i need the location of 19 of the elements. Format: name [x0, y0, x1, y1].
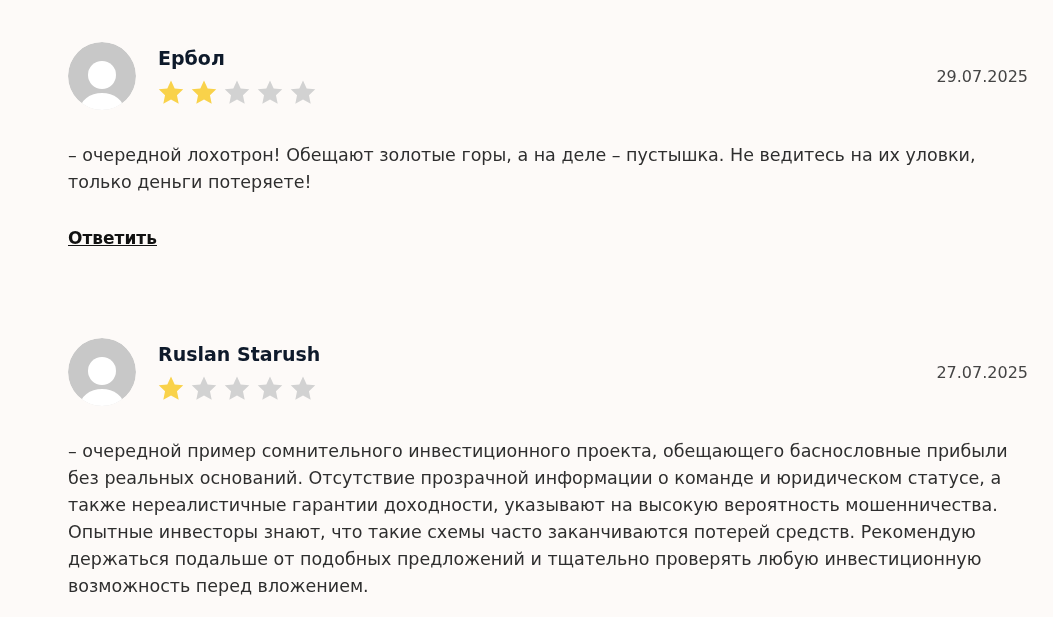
star-icon [158, 376, 184, 401]
review-text: – очередной лохотрон! Обещают золотые горы, а на деле – пустышка. Не ведитесь на их уловки, только деньги потеряете! [68, 144, 977, 194]
star-icon [257, 80, 283, 105]
star-icon [257, 376, 283, 401]
star-icon [191, 376, 217, 401]
reviewer-name: Ербол [158, 47, 226, 70]
avatar-icon [68, 338, 136, 406]
reply-link[interactable]: Ответить [68, 228, 157, 249]
review-date: 29.07.2025 [936, 66, 1028, 86]
reviewer-name: Ruslan Starush [158, 343, 321, 366]
star-icon [191, 80, 217, 105]
star-icon [224, 80, 250, 105]
star-icon [290, 80, 316, 105]
star-icon [290, 376, 316, 401]
avatar-icon [68, 42, 136, 110]
star-icon [158, 80, 184, 105]
review-text: – очередной пример сомнительного инвестиционного проекта, обещающего баснословные прибыли без реальных оснований. Отсутствие прозрачной информации о команде и юридическом статусе, а также нереалистичные гарантии доходности, указывают на высокую вероятность мошенничества. Опытные инвесторы знают, что такие схемы часто заканчиваются потерей средств. Рекомендую держаться подальше от подобных предложений и тщательно проверять любую инвестиционную возможность перед вложением. [68, 440, 1009, 598]
review-date: 27.07.2025 [936, 362, 1028, 382]
star-icon [224, 376, 250, 401]
